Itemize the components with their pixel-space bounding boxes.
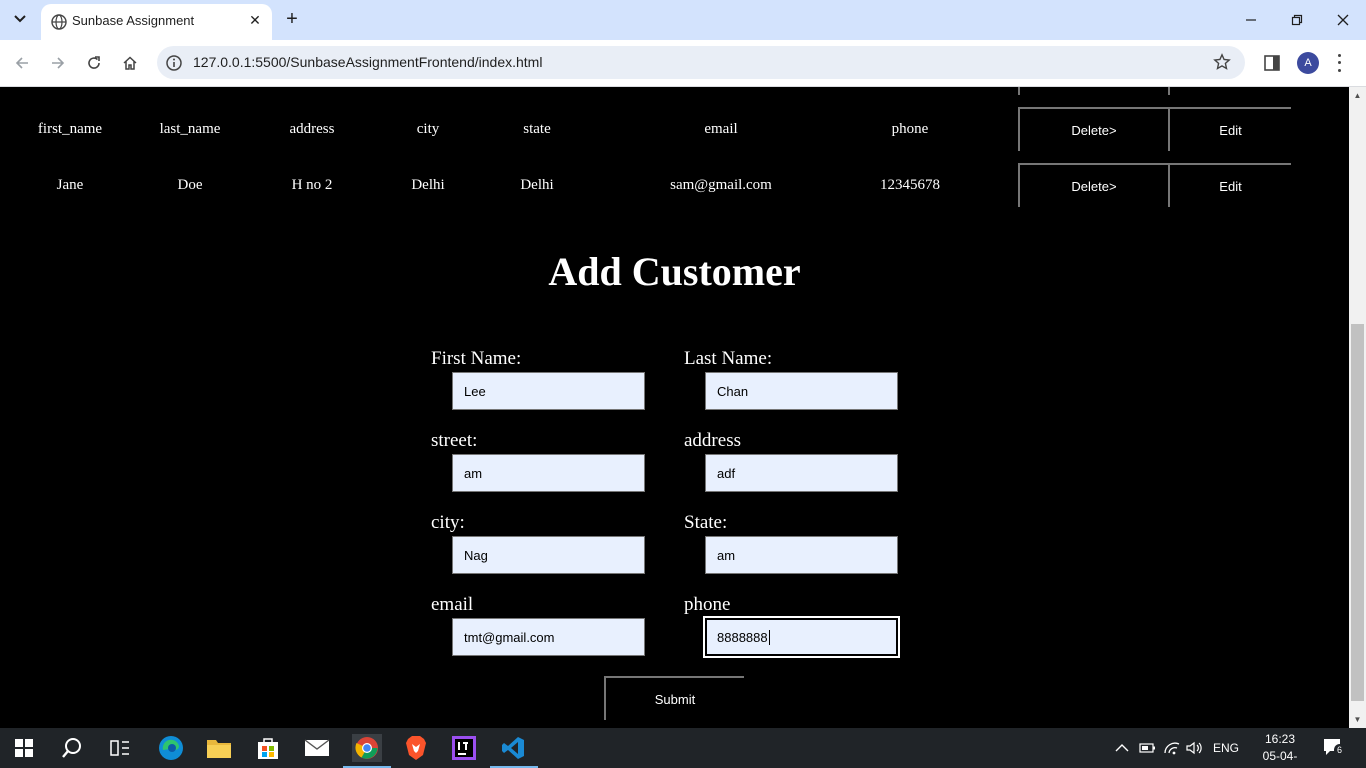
volume-icon[interactable] xyxy=(1186,728,1204,768)
header-state: state xyxy=(523,121,551,137)
side-panel-icon[interactable] xyxy=(1263,54,1281,72)
reload-icon[interactable] xyxy=(82,51,106,75)
notification-icon[interactable]: 6 xyxy=(1323,738,1345,756)
state-label: State: xyxy=(684,512,728,533)
address-bar[interactable]: 127.0.0.1:5500/SunbaseAssignmentFrontend… xyxy=(157,46,1245,79)
taskbar-clock[interactable]: 16:23 05-04-2024 xyxy=(1250,731,1310,768)
tab-close-icon[interactable]: ✕ xyxy=(246,11,264,29)
first-name-label: First Name: xyxy=(431,348,522,369)
tab-search-chevron-icon[interactable] xyxy=(8,7,32,31)
language-indicator[interactable]: ENG xyxy=(1213,728,1239,768)
edge-icon[interactable] xyxy=(157,734,185,762)
cell-address: H no 2 xyxy=(291,177,333,193)
battery-icon[interactable] xyxy=(1139,728,1157,768)
form-title: Add Customer xyxy=(548,249,801,294)
show-hidden-icons-icon[interactable] xyxy=(1115,728,1129,768)
mail-icon[interactable] xyxy=(303,734,331,762)
edit-button[interactable]: Edit xyxy=(1168,107,1291,151)
back-arrow-icon[interactable] xyxy=(10,51,34,75)
cell-state: Delhi xyxy=(520,177,554,193)
bookmark-star-icon[interactable] xyxy=(1213,53,1231,71)
task-view-icon[interactable] xyxy=(106,734,134,762)
network-icon[interactable] xyxy=(1163,728,1181,768)
store-icon[interactable] xyxy=(254,734,282,762)
site-info-icon[interactable] xyxy=(165,54,183,72)
new-tab-plus-icon[interactable]: + xyxy=(282,8,302,30)
start-icon[interactable] xyxy=(10,734,38,762)
brave-icon[interactable] xyxy=(402,734,430,762)
browser-tabstrip: Sunbase Assignment ✕ + xyxy=(0,0,1366,40)
restore-icon[interactable] xyxy=(1274,0,1320,40)
submit-button[interactable]: Submit xyxy=(604,676,744,720)
more-menu-icon[interactable] xyxy=(1336,52,1342,74)
browser-tab-active[interactable]: Sunbase Assignment ✕ xyxy=(41,4,272,40)
file-explorer-icon[interactable] xyxy=(205,734,233,762)
page-scrollbar[interactable]: ▲ ▼ xyxy=(1349,87,1366,728)
text-caret xyxy=(768,629,770,645)
profile-avatar[interactable]: A xyxy=(1297,52,1319,74)
header-address: address xyxy=(289,121,335,137)
intellij-icon[interactable] xyxy=(450,734,478,762)
chrome-icon[interactable] xyxy=(352,734,382,762)
tab-title: Sunbase Assignment xyxy=(72,13,195,28)
page-content: first_name last_name address city state … xyxy=(0,87,1349,728)
street-input[interactable]: am xyxy=(452,454,645,492)
windows-taskbar: ENG 16:23 05-04-2024 6 xyxy=(0,728,1366,768)
home-icon[interactable] xyxy=(118,51,142,75)
state-input[interactable]: am xyxy=(705,536,898,574)
phone-label: phone xyxy=(684,594,731,615)
close-window-icon[interactable] xyxy=(1320,0,1366,40)
edit-button[interactable]: Edit xyxy=(1168,163,1291,207)
header-first-name: first_name xyxy=(37,121,103,137)
forward-arrow-icon[interactable] xyxy=(46,51,70,75)
clock-time: 16:23 xyxy=(1264,732,1296,746)
email-input[interactable]: tmt@gmail.com xyxy=(452,618,645,656)
street-label: street: xyxy=(431,430,478,451)
city-input[interactable]: Nag xyxy=(452,536,645,574)
header-last-name: last_name xyxy=(159,121,221,137)
scroll-down-arrow-icon[interactable]: ▼ xyxy=(1353,715,1362,724)
delete-button[interactable]: Delete> xyxy=(1018,163,1168,207)
header-city: city xyxy=(416,121,440,137)
globe-icon xyxy=(51,14,67,30)
last-name-label: Last Name: xyxy=(684,348,773,369)
phone-input[interactable]: 8888888 xyxy=(704,617,899,657)
partial-row-button xyxy=(1168,87,1291,95)
header-email: email xyxy=(704,121,738,137)
notification-count: 6 xyxy=(1334,744,1345,756)
address-input[interactable]: adf xyxy=(705,454,898,492)
browser-toolbar: 127.0.0.1:5500/SunbaseAssignmentFrontend… xyxy=(0,40,1366,87)
scrollbar-thumb[interactable] xyxy=(1351,324,1364,701)
vscode-icon[interactable] xyxy=(499,734,527,762)
phone-input-value: 8888888 xyxy=(717,629,768,645)
partial-row-button xyxy=(1018,87,1168,95)
minimize-icon[interactable] xyxy=(1228,0,1274,40)
address-label: address xyxy=(684,430,741,451)
last-name-input[interactable]: Chan xyxy=(705,372,898,410)
search-icon[interactable] xyxy=(58,734,86,762)
cell-email: sam@gmail.com xyxy=(670,177,772,193)
cell-city: Delhi xyxy=(411,177,445,193)
cell-last-name: Doe xyxy=(177,177,203,193)
cell-first-name: Jane xyxy=(56,177,84,193)
city-label: city: xyxy=(431,512,465,533)
header-phone: phone xyxy=(891,121,929,137)
delete-button[interactable]: Delete> xyxy=(1018,107,1168,151)
url-text: 127.0.0.1:5500/SunbaseAssignmentFrontend… xyxy=(193,54,543,70)
email-label: email xyxy=(431,594,474,615)
scroll-up-arrow-icon[interactable]: ▲ xyxy=(1353,91,1362,100)
cell-phone: 12345678 xyxy=(880,177,940,193)
clock-date: 05-04-2024 xyxy=(1262,749,1298,768)
first-name-input[interactable]: Lee xyxy=(452,372,645,410)
